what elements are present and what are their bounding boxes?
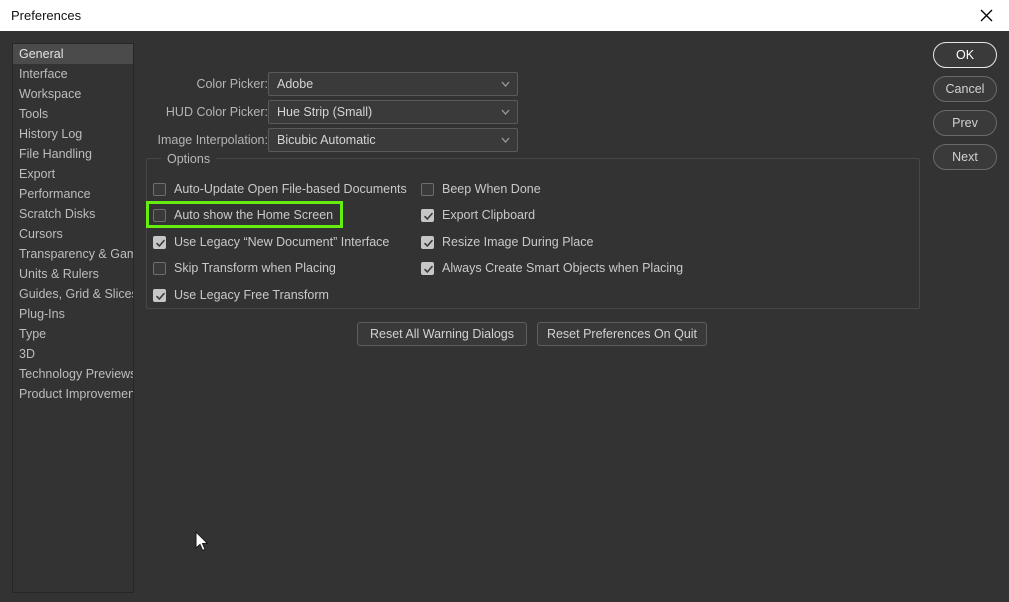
window-title-bar: Preferences [0, 0, 1009, 31]
sidebar-item-tools[interactable]: Tools [13, 104, 133, 124]
field-row-color-picker: Color Picker: Adobe [150, 72, 518, 96]
preferences-category-sidebar[interactable]: General Interface Workspace Tools History Lo… [12, 43, 134, 593]
color-picker-select[interactable]: Adobe [268, 72, 518, 96]
sidebar-item-type[interactable]: Type [13, 324, 133, 344]
sidebar-item-units-rulers[interactable]: Units & Rulers [13, 264, 133, 284]
checkbox-use-legacy-free-transform[interactable]: Use Legacy Free Transform [153, 286, 329, 304]
hud-color-picker-select[interactable]: Hue Strip (Small) [268, 100, 518, 124]
image-interpolation-label: Image Interpolation: [157, 133, 269, 147]
sidebar-item-product-improvement[interactable]: Product Improvement [13, 384, 133, 404]
sidebar-item-plug-ins[interactable]: Plug-Ins [13, 304, 133, 324]
sidebar-item-scratch-disks[interactable]: Scratch Disks [13, 204, 133, 224]
sidebar-item-interface[interactable]: Interface [13, 64, 133, 84]
checkbox-label: Use Legacy “New Document” Interface [174, 235, 390, 249]
chevron-down-icon [501, 137, 510, 143]
reset-all-warning-dialogs-button[interactable]: Reset All Warning Dialogs [357, 322, 527, 346]
sidebar-item-transparency-gamut[interactable]: Transparency & Gamut [13, 244, 133, 264]
preferences-dialog-body: General Interface Workspace Tools History Lo… [0, 31, 1009, 602]
sidebar-item-general[interactable]: General [13, 44, 133, 64]
close-icon[interactable] [963, 0, 1009, 31]
sidebar-item-technology-previews[interactable]: Technology Previews [13, 364, 133, 384]
window-title: Preferences [11, 8, 82, 23]
prev-button[interactable]: Prev [933, 110, 997, 136]
chevron-down-icon [501, 109, 510, 115]
checkbox-beep-when-done[interactable]: Beep When Done [421, 180, 541, 198]
sidebar-item-workspace[interactable]: Workspace [13, 84, 133, 104]
checkbox-auto-update-open-file-based-documents[interactable]: Auto-Update Open File-based Documents [153, 180, 407, 198]
checkbox-resize-image-during-place[interactable]: Resize Image During Place [421, 233, 593, 251]
checkbox-unchecked-icon [421, 182, 434, 196]
chevron-down-icon [501, 81, 510, 87]
checkbox-label: Resize Image During Place [442, 235, 594, 249]
sidebar-item-cursors[interactable]: Cursors [13, 224, 133, 244]
color-picker-value: Adobe [277, 77, 314, 91]
options-group-title: Options [161, 151, 217, 167]
image-interpolation-select[interactable]: Bicubic Automatic [268, 128, 518, 152]
checkbox-checked-icon [153, 288, 166, 302]
checkbox-export-clipboard[interactable]: Export Clipboard [421, 206, 535, 224]
hud-color-picker-label: HUD Color Picker: [165, 105, 268, 119]
next-button[interactable]: Next [933, 144, 997, 170]
sidebar-item-3d[interactable]: 3D [13, 344, 133, 364]
checkbox-unchecked-icon [153, 261, 166, 275]
checkbox-label: Always Create Smart Objects when Placing [442, 261, 684, 275]
sidebar-item-guides-grid-slices[interactable]: Guides, Grid & Slices [13, 284, 133, 304]
hud-color-picker-value: Hue Strip (Small) [277, 105, 373, 119]
checkbox-checked-icon [421, 235, 434, 249]
reset-preferences-on-quit-button[interactable]: Reset Preferences On Quit [537, 322, 707, 346]
checkbox-unchecked-icon [153, 182, 166, 196]
checkbox-checked-icon [421, 261, 434, 275]
cancel-button[interactable]: Cancel [933, 76, 997, 102]
checkbox-unchecked-icon [153, 208, 166, 222]
checkbox-always-create-smart-objects-when-placing[interactable]: Always Create Smart Objects when Placing [421, 259, 683, 277]
sidebar-item-file-handling[interactable]: File Handling [13, 144, 133, 164]
checkbox-checked-icon [153, 235, 166, 249]
checkbox-checked-icon [421, 208, 434, 222]
checkbox-label: Use Legacy Free Transform [174, 288, 329, 302]
checkbox-auto-show-the-home-screen[interactable]: Auto show the Home Screen [153, 206, 333, 224]
checkbox-label: Auto show the Home Screen [174, 208, 334, 222]
field-row-image-interpolation: Image Interpolation: Bicubic Automatic [150, 128, 518, 152]
options-group: Options Auto-Update Open File-based Docu… [146, 151, 920, 309]
sidebar-item-export[interactable]: Export [13, 164, 133, 184]
checkbox-label: Auto-Update Open File-based Documents [174, 182, 407, 196]
sidebar-item-history-log[interactable]: History Log [13, 124, 133, 144]
checkbox-use-legacy-new-document-interface[interactable]: Use Legacy “New Document” Interface [153, 233, 389, 251]
checkbox-label: Export Clipboard [442, 208, 536, 222]
color-picker-label: Color Picker: [196, 77, 268, 91]
field-row-hud-color-picker: HUD Color Picker: Hue Strip (Small) [150, 100, 518, 124]
ok-button[interactable]: OK [933, 42, 997, 68]
checkbox-label: Beep When Done [442, 182, 541, 196]
sidebar-item-performance[interactable]: Performance [13, 184, 133, 204]
checkbox-label: Skip Transform when Placing [174, 261, 336, 275]
checkbox-skip-transform-when-placing[interactable]: Skip Transform when Placing [153, 259, 336, 277]
image-interpolation-value: Bicubic Automatic [277, 133, 376, 147]
